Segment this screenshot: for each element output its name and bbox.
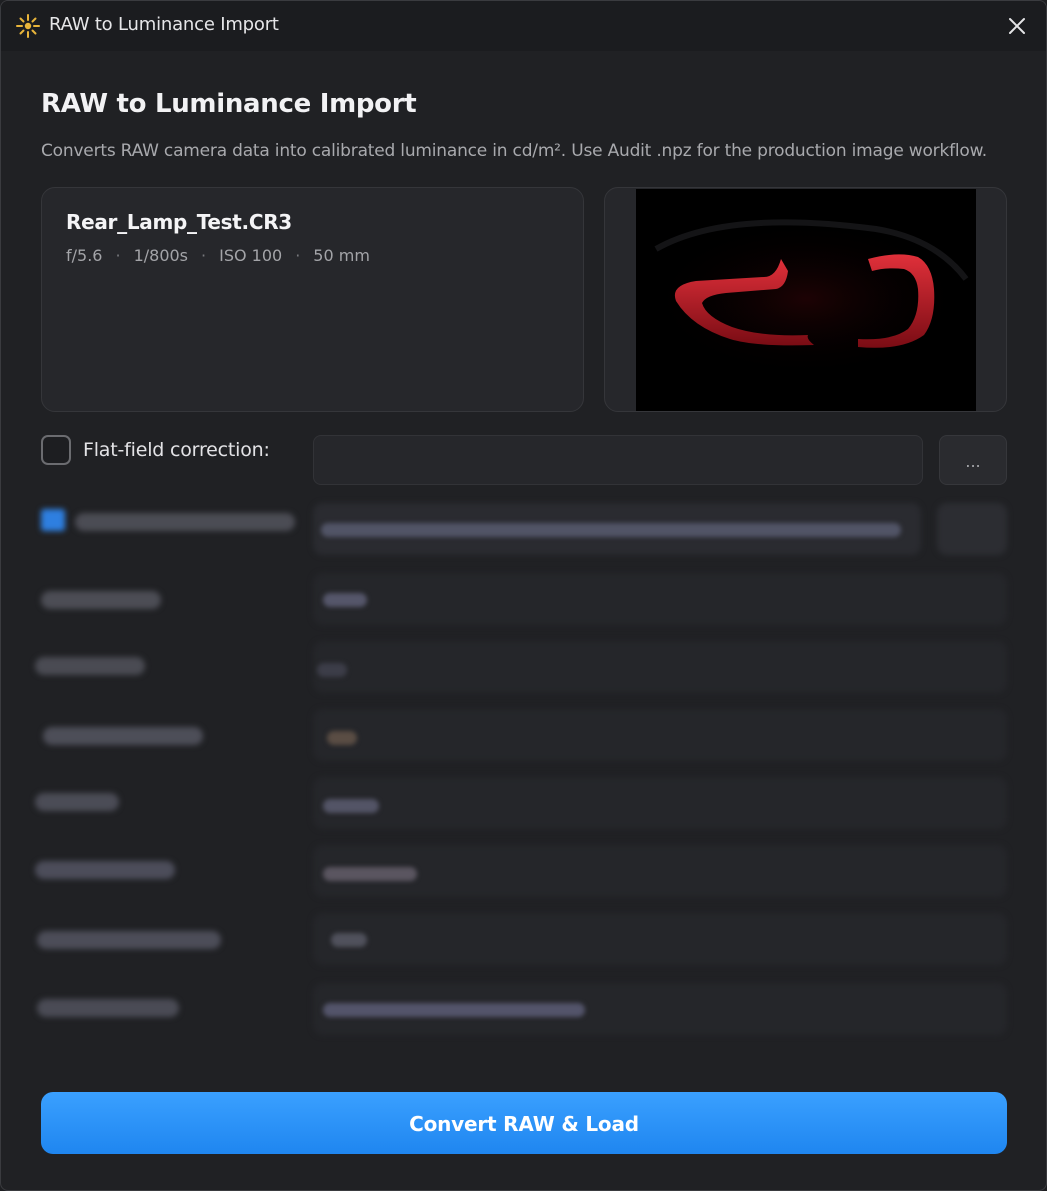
separator: ·: [115, 246, 121, 265]
close-icon[interactable]: [1002, 11, 1032, 41]
aperture-value: f/5.6: [66, 246, 103, 265]
iso-value: ISO 100: [219, 246, 283, 265]
dialog-window: RAW to Luminance Import RAW to Luminance…: [0, 0, 1047, 1191]
raw-preview-image: [636, 189, 976, 411]
separator: ·: [295, 246, 301, 265]
sparkle-icon: [16, 14, 40, 38]
flat-field-row: Flat-field correction: ...: [41, 435, 1007, 485]
page-description: Converts RAW camera data into calibrated…: [41, 141, 987, 161]
window-title: RAW to Luminance Import: [49, 14, 279, 35]
file-name: Rear_Lamp_Test.CR3: [66, 210, 292, 234]
page-title: RAW to Luminance Import: [41, 89, 417, 119]
flat-field-browse-button[interactable]: ...: [939, 435, 1007, 485]
flat-field-label: Flat-field correction:: [83, 439, 270, 461]
separator: ·: [201, 246, 207, 265]
flat-field-path-input[interactable]: [313, 435, 923, 485]
file-info-card: Rear_Lamp_Test.CR3 f/5.6 · 1/800s · ISO …: [41, 187, 584, 412]
shutter-value: 1/800s: [133, 246, 189, 265]
focal-length-value: 50 mm: [313, 246, 370, 265]
exif-info: f/5.6 · 1/800s · ISO 100 · 50 mm: [66, 246, 370, 265]
flat-field-checkbox[interactable]: [41, 435, 71, 465]
convert-raw-button[interactable]: Convert RAW & Load: [41, 1092, 1007, 1154]
title-bar: RAW to Luminance Import: [1, 1, 1046, 51]
preview-card: [604, 187, 1007, 412]
